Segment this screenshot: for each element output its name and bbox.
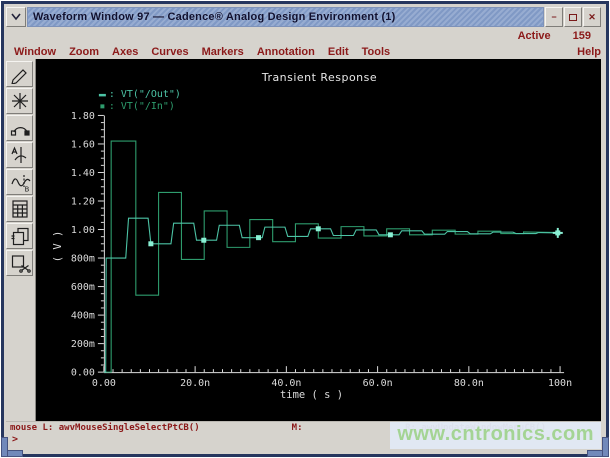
data-point-marker[interactable] bbox=[256, 235, 261, 240]
chart-title: Transient Response bbox=[261, 71, 377, 84]
menu-markers[interactable]: Markers bbox=[202, 46, 244, 58]
window-menu-button[interactable] bbox=[6, 7, 26, 27]
waveform-window: Waveform Window 97 — Cadence® Analog Des… bbox=[1, 1, 609, 457]
legend bbox=[99, 94, 106, 108]
titlebar-stripes[interactable]: Waveform Window 97 — Cadence® Analog Des… bbox=[27, 7, 544, 27]
y-tick-label: 1.60 bbox=[71, 139, 95, 150]
minimize-icon: − bbox=[551, 12, 556, 22]
y-tick-label: 0.00 bbox=[71, 368, 95, 379]
chevron-down-icon bbox=[10, 13, 22, 21]
calculator-button[interactable] bbox=[6, 196, 33, 222]
menu-zoom[interactable]: Zoom bbox=[69, 46, 99, 58]
vertical-marker-button[interactable] bbox=[6, 142, 33, 168]
menu-edit[interactable]: Edit bbox=[328, 46, 349, 58]
maximize-button[interactable] bbox=[564, 7, 582, 27]
maximize-icon bbox=[569, 14, 577, 21]
y-tick-label: 200m bbox=[71, 339, 95, 350]
menu-axes[interactable]: Axes bbox=[112, 46, 138, 58]
crop-scissors-button[interactable] bbox=[6, 250, 33, 276]
prompt-symbol: > bbox=[12, 434, 18, 445]
x-tick-label: 80.0n bbox=[454, 378, 484, 389]
calculator-icon bbox=[9, 199, 31, 219]
zoom-star-button[interactable] bbox=[6, 88, 33, 114]
copy-window-icon bbox=[9, 226, 31, 246]
active-row: Active 159 bbox=[6, 28, 601, 44]
trace-in[interactable] bbox=[104, 141, 560, 372]
star-burst-icon bbox=[9, 91, 31, 111]
x-tick-label: 60.0n bbox=[363, 378, 393, 389]
titlebar: Waveform Window 97 — Cadence® Analog Des… bbox=[6, 7, 601, 27]
y-tick-label: 1.00 bbox=[71, 225, 95, 236]
menu-help[interactable]: Help bbox=[577, 46, 601, 58]
arc-probe-button[interactable] bbox=[6, 115, 33, 141]
y-axis-label: ( V ) bbox=[52, 231, 64, 263]
active-label: Active bbox=[518, 30, 551, 42]
waveform-b-button[interactable]: B bbox=[6, 169, 33, 195]
data-point-marker[interactable] bbox=[148, 241, 153, 246]
status-mouse-middle: M: bbox=[292, 423, 303, 433]
plot-area: 0.00 20.0n 40.0n 60.0n 80.0n 100n 0.00 200m 400m… bbox=[35, 59, 601, 421]
data-point-marker[interactable] bbox=[388, 232, 393, 237]
window-title: Waveform Window 97 — Cadence® Analog Des… bbox=[33, 11, 395, 23]
legend-label: : VT("/In") bbox=[109, 101, 175, 112]
y-tick-label: 1.20 bbox=[71, 197, 95, 208]
x-tick-label: 100n bbox=[548, 378, 572, 389]
arc-probe-icon bbox=[9, 118, 31, 138]
waveform-chart[interactable]: 0.00 20.0n 40.0n 60.0n 80.0n 100n 0.00 200m 400m… bbox=[36, 59, 601, 421]
y-tick-label: 1.80 bbox=[71, 111, 95, 122]
data-point-marker[interactable] bbox=[555, 230, 560, 235]
toolbar: B bbox=[6, 59, 35, 421]
menu-curves[interactable]: Curves bbox=[151, 46, 188, 58]
menubar: Window Zoom Axes Curves Markers Annotati… bbox=[6, 44, 601, 59]
legend-square-icon bbox=[100, 104, 104, 108]
legend-label: : VT("/Out") bbox=[109, 89, 181, 100]
x-tick-label: 20.0n bbox=[180, 378, 210, 389]
minimize-button[interactable]: − bbox=[545, 7, 563, 27]
y-tick-label: 600m bbox=[71, 282, 95, 293]
menu-annotation[interactable]: Annotation bbox=[257, 46, 315, 58]
waveform-b-icon: B bbox=[9, 172, 31, 192]
x-axis-label: time ( s ) bbox=[280, 389, 343, 401]
menu-tools[interactable]: Tools bbox=[362, 46, 391, 58]
active-count: 159 bbox=[573, 30, 591, 42]
data-point-marker[interactable] bbox=[201, 238, 206, 243]
main-area: B bbox=[6, 59, 601, 421]
crop-scissors-icon bbox=[9, 253, 31, 273]
pen-tool-button[interactable] bbox=[6, 61, 33, 87]
trace-out[interactable] bbox=[104, 218, 560, 372]
y-tick-label: 400m bbox=[71, 311, 95, 322]
x-tick-label: 0.00 bbox=[92, 378, 116, 389]
y-tick-label: 800m bbox=[71, 254, 95, 265]
watermark: www.cntronics.com bbox=[390, 422, 601, 449]
close-button[interactable]: ✕ bbox=[583, 7, 601, 27]
status-mouse-left: mouse L: awvMouseSingleSelectPtCB() bbox=[10, 423, 200, 433]
svg-text:B: B bbox=[24, 186, 29, 193]
y-tick-label: 1.40 bbox=[71, 168, 95, 179]
close-icon: ✕ bbox=[588, 12, 596, 23]
trace-markers[interactable] bbox=[148, 226, 562, 246]
legend-dash-icon bbox=[99, 94, 106, 96]
pen-icon bbox=[9, 64, 31, 84]
data-point-marker[interactable] bbox=[316, 226, 321, 231]
x-tick-label: 40.0n bbox=[271, 378, 301, 389]
vertical-marker-icon bbox=[9, 145, 31, 165]
resize-corner-bottom-left-v[interactable] bbox=[1, 437, 8, 457]
copy-window-button[interactable] bbox=[6, 223, 33, 249]
menu-window[interactable]: Window bbox=[14, 46, 56, 58]
resize-corner-bottom-right-v[interactable] bbox=[602, 437, 609, 457]
